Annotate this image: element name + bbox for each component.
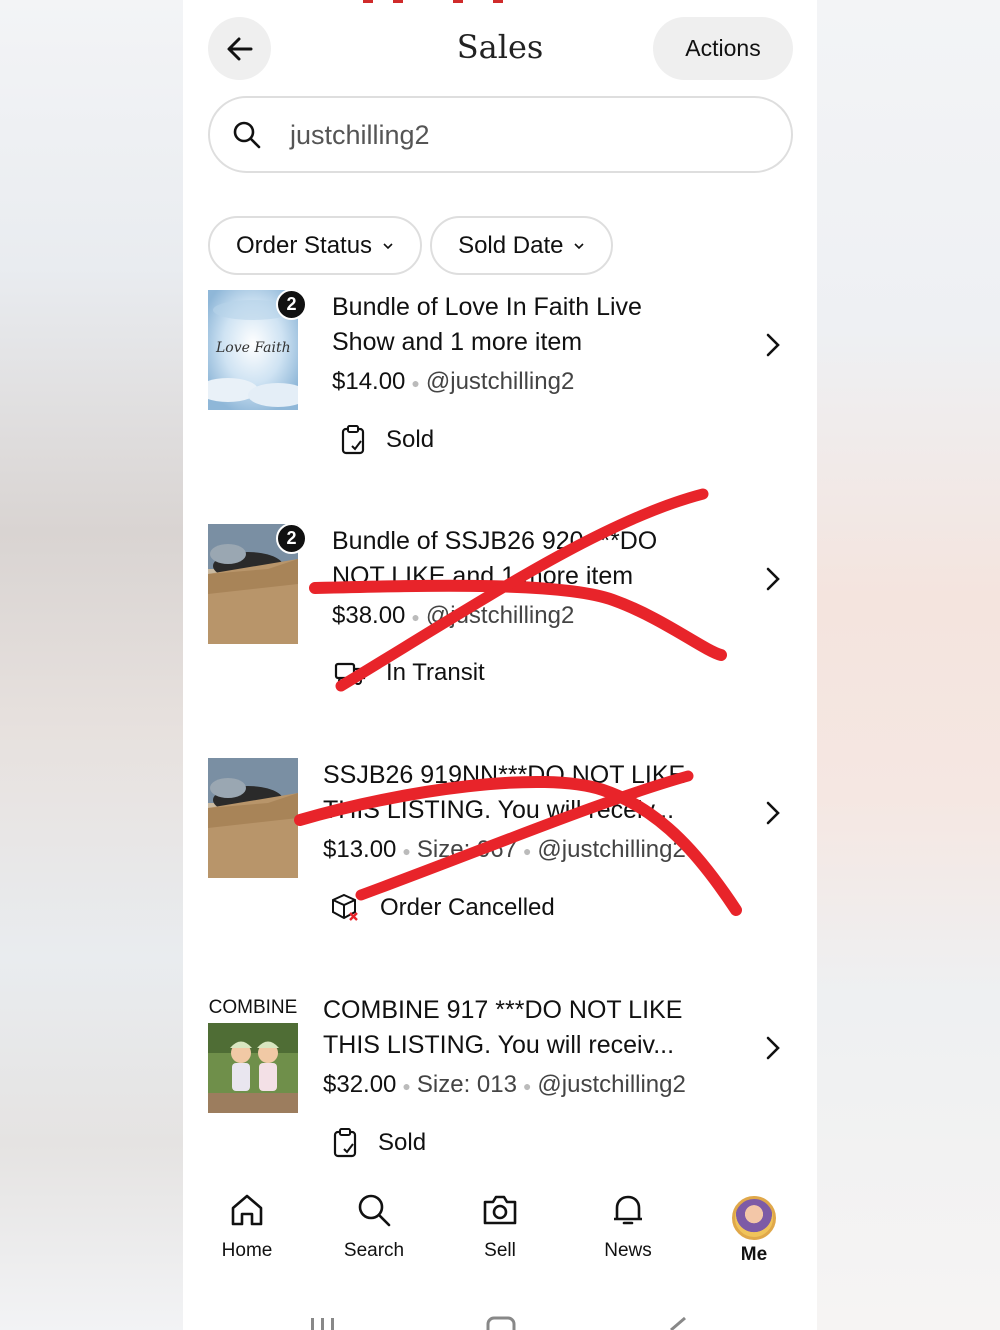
- app-screen: Sales Actions justchilling2 Order Status…: [183, 0, 817, 1330]
- truck-icon: [334, 662, 366, 685]
- nav-home[interactable]: Home: [192, 1190, 302, 1262]
- package-cancelled-icon: [332, 893, 358, 921]
- status-bar-remnant: [363, 0, 503, 3]
- nav-label: Home: [221, 1240, 273, 1261]
- order-row[interactable]: COMBINE COMBINE 917 ***DO NOT LIKE THIS …: [208, 993, 793, 1173]
- buyer-username: @justchilling2: [537, 836, 686, 863]
- order-title-line: Show and 1 more item: [332, 328, 583, 356]
- bottom-nav: Home Search Sell News Me: [183, 1190, 817, 1280]
- status-label: Order Cancelled: [380, 894, 555, 921]
- item-thumbnail: COMBINE: [208, 993, 298, 1113]
- order-meta: $13.00 ● Size: 067 ● @justchilling2: [323, 836, 686, 864]
- order-status-filter[interactable]: Order Status: [208, 216, 423, 275]
- order-title: COMBINE 917 ***DO NOT LIKE THIS LISTING.…: [323, 993, 743, 1063]
- status-label: Sold: [378, 1129, 427, 1156]
- nav-search[interactable]: Search: [319, 1190, 429, 1262]
- avatar: [732, 1196, 776, 1240]
- clipboard-check-icon: [333, 1128, 357, 1158]
- order-status: Sold: [332, 1128, 426, 1158]
- order-title-line: COMBINE 917 ***DO NOT LIKE: [323, 996, 683, 1024]
- back-system-icon: [670, 1316, 686, 1330]
- nav-sell[interactable]: Sell: [445, 1190, 555, 1262]
- separator-dot: ●: [522, 842, 532, 859]
- order-row[interactable]: Love Faith 2 Bundle of Love In Faith Liv…: [208, 289, 793, 470]
- order-title-line: Bundle of SSJB26 920 ***DO: [332, 527, 658, 555]
- search-value: justchilling2: [290, 120, 430, 150]
- nav-label: Me: [740, 1244, 768, 1265]
- status-label: Sold: [386, 426, 435, 453]
- order-status: Sold: [340, 425, 434, 455]
- order-meta: $14.00 ● @justchilling2: [332, 368, 574, 396]
- chevron-right-icon: [766, 801, 780, 825]
- separator-dot: ●: [402, 1077, 411, 1094]
- filter-label: Order Status: [236, 231, 373, 259]
- item-count-badge: 2: [276, 289, 307, 320]
- order-price: $38.00: [332, 602, 406, 629]
- order-title-line: THIS LISTING. You will receiv...: [323, 796, 675, 824]
- nav-label: Search: [343, 1240, 405, 1261]
- filter-bar: Order Status Sold Date: [208, 216, 614, 275]
- nav-me[interactable]: Me: [699, 1190, 809, 1266]
- order-row[interactable]: SSJB26 919NN***DO NOT LIKE THIS LISTING.…: [208, 758, 793, 938]
- buyer-username: @justchilling2: [537, 1071, 686, 1098]
- order-meta: $32.00 ● Size: 013 ● @justchilling2: [323, 1071, 686, 1099]
- search-input[interactable]: justchilling2: [208, 96, 793, 173]
- order-meta: $38.00 ● @justchilling2: [332, 602, 574, 630]
- search-icon: [233, 121, 261, 149]
- home-icon: [231, 1194, 263, 1226]
- order-title-line: THIS LISTING. You will receiv...: [323, 1031, 675, 1059]
- search-icon: [358, 1194, 391, 1227]
- chevron-right-icon: [766, 567, 780, 591]
- recents-icon: [311, 1318, 334, 1330]
- order-price: $13.00: [323, 836, 397, 863]
- chevron-down-icon: [383, 242, 393, 249]
- order-price: $14.00: [332, 368, 406, 395]
- camera-icon: [483, 1195, 517, 1225]
- top-bar: Sales Actions: [183, 14, 817, 82]
- sold-date-filter[interactable]: Sold Date: [430, 216, 614, 275]
- item-thumbnail: [208, 758, 298, 878]
- order-title: Bundle of SSJB26 920 ***DO NOT LIKE and …: [332, 524, 732, 594]
- thumbnail-caption: Love Faith: [216, 340, 291, 356]
- order-title: Bundle of Love In Faith Live Show and 1 …: [332, 290, 732, 360]
- item-count-badge: 2: [276, 523, 307, 554]
- background-right: [817, 0, 1000, 1330]
- nav-label: Sell: [484, 1240, 516, 1261]
- order-title-line: Bundle of Love In Faith Live: [332, 293, 642, 321]
- clipboard-check-icon: [341, 425, 365, 455]
- thumbnail-caption: COMBINE: [208, 997, 298, 1019]
- separator-dot: ●: [411, 608, 420, 625]
- order-status: In Transit: [334, 659, 485, 687]
- item-size: Size: 067: [416, 836, 517, 863]
- separator-dot: ●: [402, 842, 411, 859]
- order-row[interactable]: 2 Bundle of SSJB26 920 ***DO NOT LIKE an…: [208, 523, 793, 704]
- item-size: Size: 013: [416, 1071, 517, 1098]
- chevron-down-icon: [574, 242, 585, 249]
- filter-label: Sold Date: [458, 231, 564, 259]
- system-nav-bar: [311, 1316, 686, 1330]
- order-price: $32.00: [323, 1071, 397, 1098]
- status-label: In Transit: [386, 659, 485, 686]
- order-title-line: SSJB26 919NN***DO NOT LIKE: [323, 761, 686, 789]
- nav-news[interactable]: News: [573, 1190, 683, 1262]
- nav-label: News: [604, 1240, 652, 1261]
- box-of-clothes-image: [208, 758, 298, 878]
- bell-icon: [614, 1195, 642, 1225]
- chevron-right-icon: [766, 333, 780, 357]
- background-left: [0, 0, 183, 1330]
- order-title-line: NOT LIKE and 1 more item: [332, 562, 634, 590]
- separator-dot: ●: [411, 374, 420, 391]
- separator-dot: ●: [522, 1077, 532, 1094]
- order-title: SSJB26 919NN***DO NOT LIKE THIS LISTING.…: [323, 758, 743, 828]
- order-status: Order Cancelled: [330, 893, 555, 923]
- chevron-right-icon: [766, 1036, 780, 1060]
- home-system-icon: [486, 1316, 516, 1330]
- buyer-username: @justchilling2: [425, 602, 575, 629]
- actions-button[interactable]: Actions: [653, 17, 793, 80]
- buyer-username: @justchilling2: [425, 368, 575, 395]
